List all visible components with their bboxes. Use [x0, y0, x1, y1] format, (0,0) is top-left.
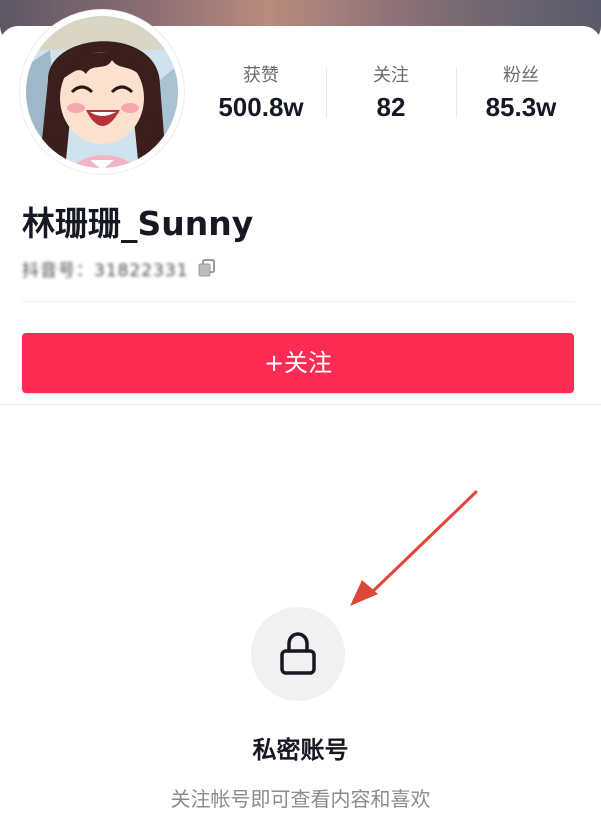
lock-badge — [251, 607, 345, 701]
divider — [22, 301, 574, 302]
stat-label: 获赞 — [243, 65, 279, 86]
profile-page: 获赞 500.8w 关注 82 粉丝 85.3w 林珊珊_Sunny 抖音号：3… — [0, 0, 601, 822]
lock-icon — [280, 632, 316, 675]
stat-value: 85.3w — [485, 92, 557, 122]
stats-bar: 获赞 500.8w 关注 82 粉丝 85.3w — [196, 64, 586, 124]
douyin-id: 抖音号：31822331 — [22, 260, 189, 281]
follow-button[interactable]: +关注 — [22, 333, 574, 393]
section-divider — [0, 404, 601, 405]
stat-value: 500.8w — [218, 92, 304, 122]
stat-value: 82 — [376, 92, 406, 122]
avatar[interactable] — [20, 10, 184, 174]
profile-name: 林珊珊_Sunny — [22, 204, 254, 243]
stat-label: 粉丝 — [503, 65, 539, 86]
private-account-description: 关注帐号即可查看内容和喜欢 — [170, 787, 431, 811]
douyin-id-row: 抖音号：31822331 — [22, 256, 217, 281]
private-account-title: 私密账号 — [252, 736, 349, 764]
copy-icon[interactable] — [197, 258, 217, 278]
stat-followers[interactable]: 粉丝 85.3w — [456, 64, 586, 124]
stat-likes[interactable]: 获赞 500.8w — [196, 64, 326, 124]
stat-label: 关注 — [373, 65, 409, 86]
avatar-illustration — [24, 14, 180, 170]
stat-following[interactable]: 关注 82 — [326, 64, 456, 124]
